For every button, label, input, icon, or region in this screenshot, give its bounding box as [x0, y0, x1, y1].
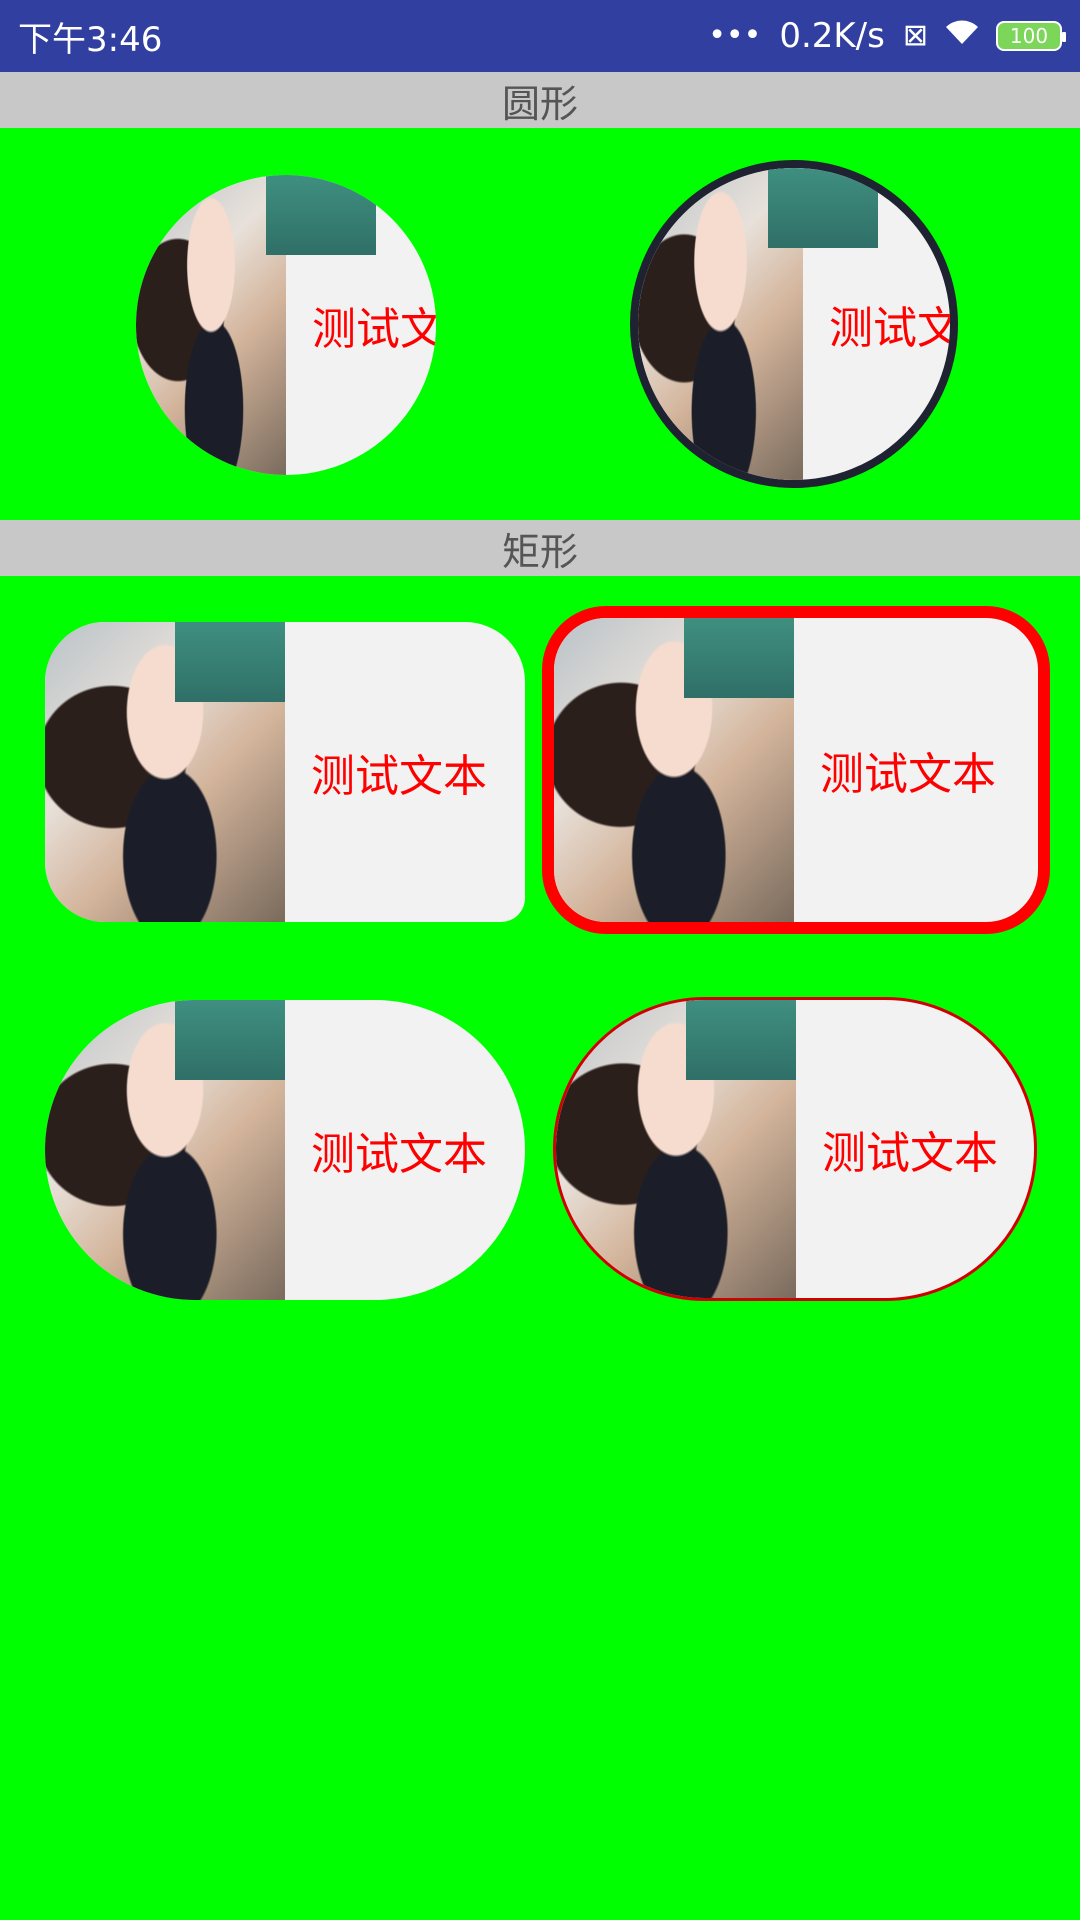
battery-icon: 100: [996, 21, 1066, 51]
tile-caption: 测试文本: [311, 1129, 487, 1180]
wifi-icon: [942, 16, 982, 56]
rect-tile: 测试文本: [45, 622, 525, 922]
portrait-image: [638, 168, 878, 480]
network-speed: 0.2K/s: [779, 16, 885, 56]
rect-tile-bordered: 测试文本: [542, 606, 1050, 934]
section-title-rect: 矩形: [0, 520, 1080, 576]
tile-caption: 测试文本: [820, 749, 996, 800]
portrait-image: [554, 618, 794, 922]
section-title-circle: 圆形: [0, 72, 1080, 128]
circle-tile-bordered: 测试文本: [630, 160, 958, 488]
portrait-image: [45, 1000, 285, 1300]
circle-tile: 测试文本: [136, 175, 436, 475]
tile-caption: 测试文本: [311, 751, 487, 802]
tile-caption: 测试文本: [822, 1128, 998, 1179]
more-dots-icon: •••: [708, 18, 762, 53]
portrait-image: [556, 1000, 796, 1298]
pill-tile-bordered: 测试文本: [553, 997, 1037, 1301]
portrait-image: [136, 175, 376, 475]
status-indicators: ••• 0.2K/s ⊠ 100: [708, 16, 1066, 56]
pill-tile: 测试文本: [45, 1000, 525, 1300]
sim-icon: ⊠: [902, 18, 928, 53]
status-time: 下午3:46: [18, 19, 163, 60]
portrait-image: [45, 622, 285, 922]
status-bar: 下午3:46 ••• 0.2K/s ⊠ 100: [0, 0, 1080, 72]
